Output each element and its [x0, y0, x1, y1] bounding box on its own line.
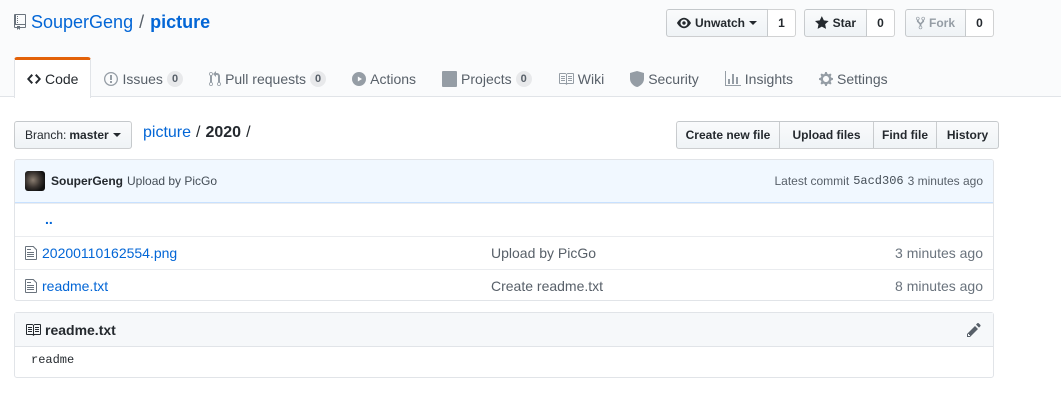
- commit-tease: SouperGeng Upload by PicGo Latest commit…: [15, 160, 993, 203]
- pull-request-icon: [209, 70, 222, 86]
- chevron-down-icon: [749, 21, 757, 25]
- table-row: 20200110162554.png Upload by PicGo 3 min…: [15, 236, 993, 269]
- pencil-icon[interactable]: [967, 322, 981, 338]
- file-listing: SouperGeng Upload by PicGo Latest commit…: [14, 159, 994, 301]
- tab-pull-requests[interactable]: Pull requests 0: [196, 57, 339, 97]
- readme-panel: readme.txt readme: [14, 312, 994, 378]
- tab-label: Settings: [837, 70, 888, 87]
- watch-group: Unwatch 1: [666, 9, 796, 37]
- star-button[interactable]: Star: [804, 9, 867, 37]
- breadcrumb-separator: /: [196, 124, 201, 141]
- repo-name-link[interactable]: picture: [150, 12, 210, 33]
- tab-label: Wiki: [577, 70, 605, 87]
- avatar[interactable]: [25, 171, 45, 191]
- repo-icon: [14, 14, 26, 30]
- branch-name: master: [69, 128, 109, 142]
- file-commit-message[interactable]: Upload by PicGo: [491, 245, 596, 261]
- tab-label: Pull requests: [225, 70, 306, 87]
- issues-counter: 0: [166, 70, 184, 87]
- fork-icon: [916, 16, 925, 30]
- tab-label: Actions: [370, 70, 417, 87]
- projects-counter: 0: [515, 70, 532, 87]
- star-count[interactable]: 0: [867, 9, 895, 37]
- tab-projects[interactable]: Projects 0: [429, 57, 545, 97]
- unwatch-button[interactable]: Unwatch: [666, 9, 768, 37]
- play-icon: [352, 71, 367, 86]
- file-commit-message[interactable]: Create readme.txt: [491, 278, 603, 294]
- upload-files-button[interactable]: Upload files: [779, 121, 874, 149]
- fork-group: Fork 0: [905, 9, 994, 37]
- breadcrumb-root-link[interactable]: picture: [143, 124, 191, 142]
- star-group: Star 0: [804, 9, 895, 37]
- watch-count[interactable]: 1: [768, 9, 796, 37]
- readme-title: readme.txt: [45, 321, 116, 338]
- shield-icon: [630, 70, 645, 87]
- unwatch-label: Unwatch: [694, 16, 745, 30]
- tab-label: Projects: [461, 70, 512, 87]
- commit-meta: Latest commit 5acd306 3 minutes ago: [774, 174, 983, 188]
- commit-message[interactable]: Upload by PicGo: [127, 174, 217, 188]
- repo-nav: Code Issues 0 Pull requests 0 Actions Pr…: [14, 57, 901, 98]
- table-row: readme.txt Create readme.txt 8 minutes a…: [15, 269, 993, 300]
- pull-requests-counter: 0: [310, 70, 327, 87]
- file-name-link[interactable]: readme.txt: [42, 278, 108, 294]
- chevron-down-icon: [112, 133, 121, 137]
- star-icon: [815, 16, 829, 29]
- tab-label: Insights: [744, 70, 794, 87]
- file-icon: [25, 279, 37, 293]
- tab-issues[interactable]: Issues 0: [91, 57, 196, 97]
- tab-label: Security: [648, 70, 699, 87]
- commit-author-link[interactable]: SouperGeng: [51, 174, 123, 188]
- commit-sha-link[interactable]: 5acd306: [853, 174, 903, 188]
- create-new-file-button[interactable]: Create new file: [676, 121, 780, 149]
- up-directory-link[interactable]: ..: [45, 211, 53, 227]
- fork-label: Fork: [928, 16, 955, 30]
- tab-label: Code: [45, 71, 79, 87]
- find-file-button[interactable]: Find file: [873, 121, 937, 149]
- code-icon: [27, 74, 41, 84]
- branch-prefix: Branch:: [25, 128, 67, 142]
- repo-title: SouperGeng / picture: [14, 11, 210, 33]
- tab-insights[interactable]: Insights: [712, 57, 806, 97]
- tab-settings[interactable]: Settings: [806, 57, 901, 97]
- project-icon: [442, 70, 458, 87]
- star-label: Star: [832, 16, 856, 30]
- repo-owner-link[interactable]: SouperGeng: [31, 12, 133, 33]
- tab-label: Issues: [122, 70, 163, 87]
- breadcrumb: picture / 2020 /: [143, 124, 256, 142]
- graph-icon: [724, 70, 741, 86]
- issue-icon: [104, 71, 119, 86]
- tab-code[interactable]: Code: [14, 57, 92, 98]
- file-age: 8 minutes ago: [895, 278, 983, 294]
- tab-actions[interactable]: Actions: [339, 57, 429, 97]
- book-icon: [26, 323, 41, 336]
- fork-count[interactable]: 0: [966, 9, 994, 37]
- file-icon: [25, 246, 37, 260]
- repo-header: SouperGeng / picture Unwatch 1 Star 0 Fo…: [0, 0, 1061, 98]
- up-directory-row: ..: [15, 203, 993, 236]
- history-button[interactable]: History: [936, 121, 999, 149]
- latest-commit-label: Latest commit: [774, 174, 850, 188]
- tab-wiki[interactable]: Wiki: [545, 57, 617, 97]
- branch-select-button[interactable]: Branch: master: [14, 121, 132, 149]
- breadcrumb-trailing-separator: /: [246, 124, 251, 141]
- book-icon: [558, 72, 574, 85]
- gear-icon: [819, 71, 834, 86]
- file-navigation: Create new file Upload files Find file H…: [676, 121, 999, 149]
- file-age: 3 minutes ago: [895, 245, 983, 261]
- tab-security[interactable]: Security: [617, 57, 712, 97]
- repo-separator: /: [139, 11, 145, 32]
- eye-icon: [677, 17, 691, 29]
- readme-content: readme: [31, 353, 75, 367]
- commit-age: 3 minutes ago: [907, 174, 983, 188]
- breadcrumb-current: 2020: [205, 124, 242, 141]
- fork-button[interactable]: Fork: [905, 9, 966, 37]
- readme-header: readme.txt: [15, 313, 993, 347]
- file-name-link[interactable]: 20200110162554.png: [42, 245, 177, 261]
